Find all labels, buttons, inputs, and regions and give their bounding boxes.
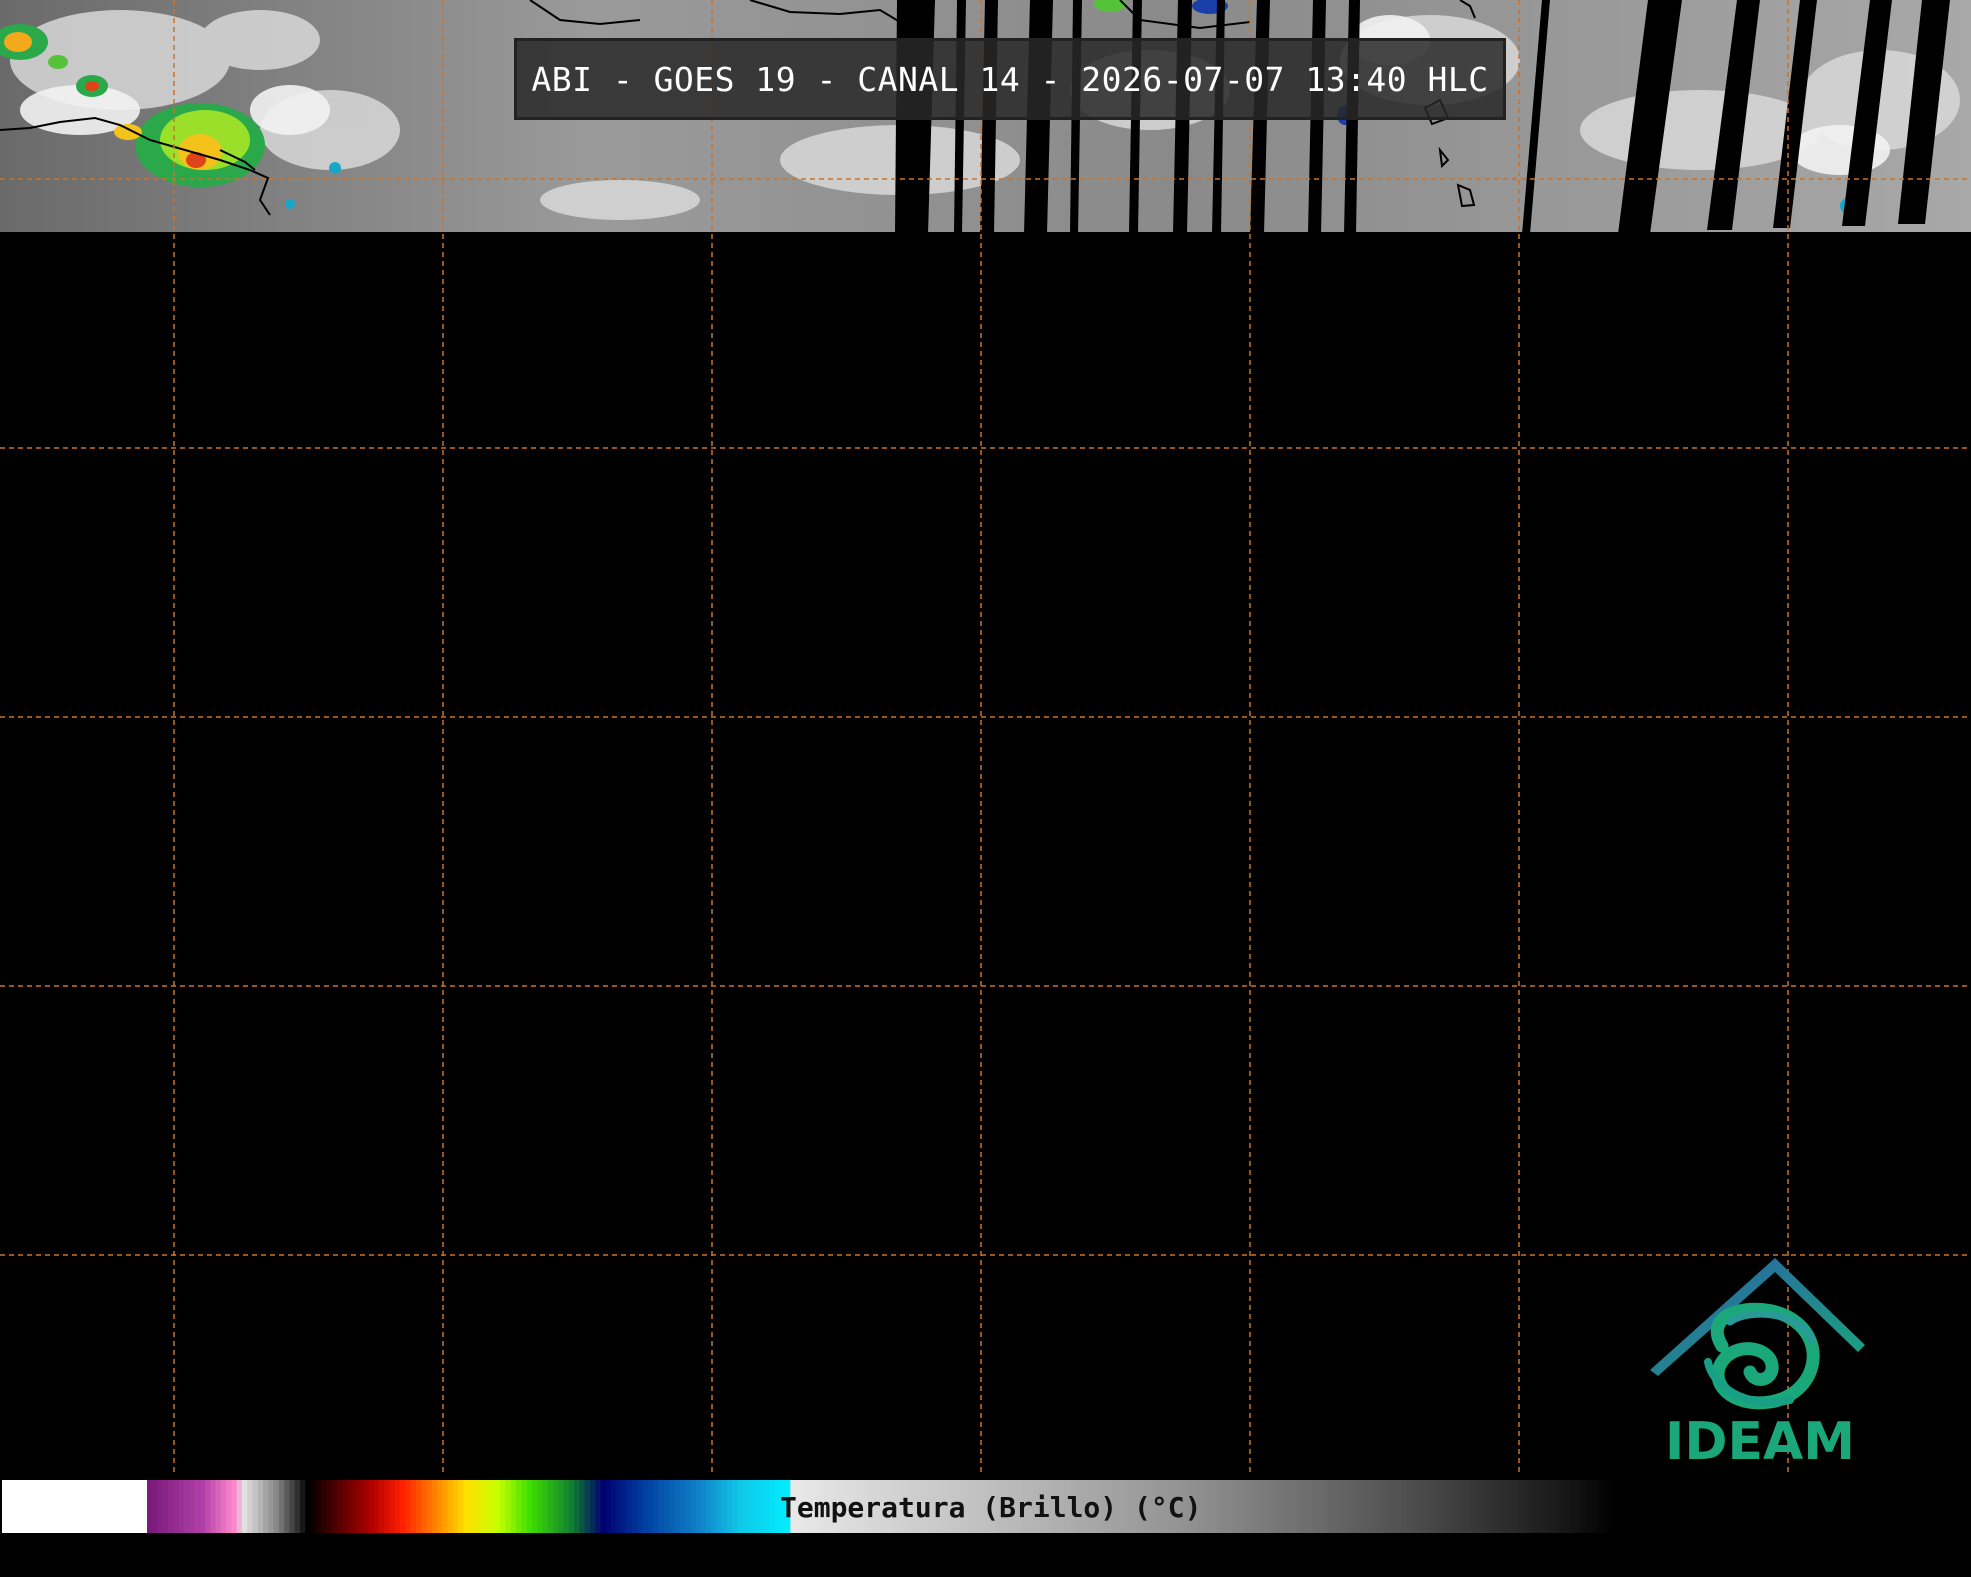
colorbar-tick-label: −25 [803,1552,841,1576]
satellite-map [0,0,1971,1577]
colorbar-tick-label: 0 [1079,1552,1092,1576]
colorbar-tick-label: −50 [540,1552,577,1576]
colorbar-label: Temperatura (Brillo) (°C) [780,1491,1202,1524]
colorbar-tick-label: 25 [1337,1552,1362,1576]
colorbar-tick-label: −100 [6,1552,56,1576]
colorbar-tick-label: 75 [1864,1552,1889,1576]
ideam-logo-text: IDEAM [1665,1412,1856,1472]
image-title: ABI - GOES 19 - CANAL 14 - 2026-07-07 13… [514,38,1506,120]
colorbar-tick-label: 50 [1600,1552,1626,1576]
colorbar-tick-label: −75 [276,1552,313,1576]
